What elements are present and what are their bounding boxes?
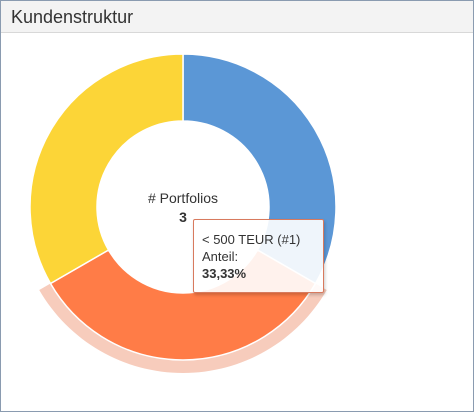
slice-layer (29, 53, 337, 361)
tooltip-metric-label: Anteil: (202, 249, 239, 264)
center-value: 3 (179, 209, 187, 225)
tooltip-metric-value: 33,33% (202, 266, 247, 281)
donut-slice-3[interactable] (29, 53, 184, 285)
slice-tooltip: < 500 TEUR (#1) Anteil: 33,33% (193, 219, 324, 293)
tooltip-title: < 500 TEUR (#1) (202, 232, 301, 247)
donut-chart: # Portfolios 3 (29, 53, 337, 373)
center-label: # Portfolios (148, 190, 218, 206)
